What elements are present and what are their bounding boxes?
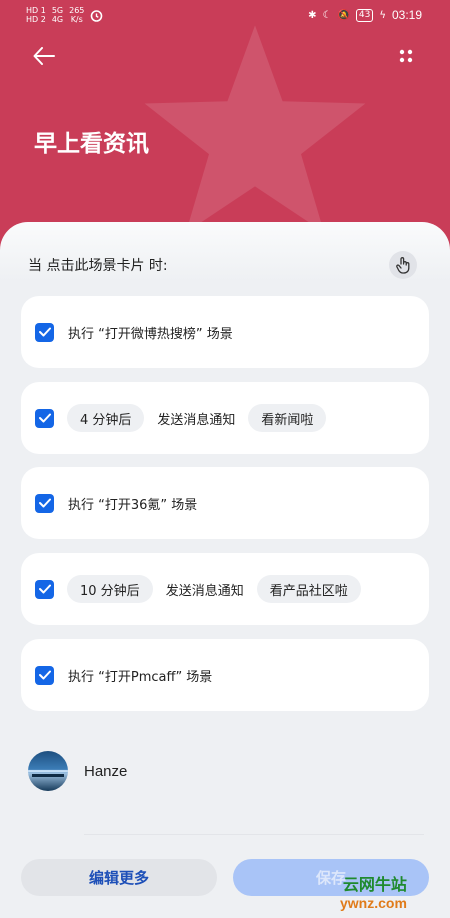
action-verb: 发送消息通知 [157, 412, 236, 428]
arrow-left-icon [33, 47, 55, 65]
edit-more-button[interactable]: 编辑更多 [21, 859, 217, 896]
mute-icon: 🔕 [337, 9, 350, 21]
checkmark-icon [38, 327, 51, 337]
action-checkbox[interactable] [35, 408, 54, 428]
sim-indicator: HD 1 HD 2 [26, 6, 46, 24]
charging-icon: ϟ [379, 9, 386, 21]
back-button[interactable] [28, 40, 60, 72]
page-title: 早上看资讯 [34, 131, 149, 157]
trigger-label: 当 点击此场景卡片 时: [28, 258, 168, 274]
action-text: 执行 “打开微博热搜榜” 场景 [68, 326, 233, 342]
avatar-image [28, 770, 68, 777]
signal-indicator: 5G 4G [52, 6, 63, 24]
checkmark-icon [38, 413, 51, 423]
checkmark-icon [38, 498, 51, 508]
alarm-icon [91, 9, 103, 22]
delay-chip[interactable]: 4 分钟后 [67, 404, 145, 432]
action-card[interactable]: 执行 “打开Pmcaff” 场景 [21, 639, 429, 711]
sim2-label: HD 2 [26, 15, 46, 24]
battery-indicator: 43 [355, 8, 374, 22]
watermark-line2: ywnz.com [340, 895, 407, 911]
action-checkbox[interactable] [35, 322, 54, 342]
action-card[interactable]: 4 分钟后 发送消息通知 看新闻啦 [21, 382, 429, 454]
signal2-label: 4G [51, 15, 64, 24]
sim1-label: HD 1 [26, 6, 46, 15]
checkmark-icon [38, 670, 51, 680]
action-text: 执行 “打开36氪” 场景 [68, 497, 198, 513]
avatar[interactable] [28, 751, 68, 791]
action-card[interactable]: 执行 “打开微博热搜榜” 场景 [21, 296, 429, 368]
action-verb: 发送消息通知 [165, 583, 244, 599]
do-not-disturb-icon: ☾ [322, 9, 332, 21]
watermark-line1: 云网牛站 [342, 875, 407, 894]
action-checkbox[interactable] [35, 665, 54, 685]
action-checkbox[interactable] [35, 493, 54, 513]
bluetooth-icon: ✱ [308, 9, 317, 21]
delay-chip[interactable]: 10 分钟后 [67, 575, 153, 603]
action-card[interactable]: 10 分钟后 发送消息通知 看产品社区啦 [21, 553, 429, 625]
trigger-tap-button[interactable] [389, 251, 417, 279]
four-dots-icon [399, 49, 413, 63]
message-chip[interactable]: 看产品社区啦 [256, 575, 361, 603]
action-card[interactable]: 执行 “打开36氪” 场景 [21, 467, 429, 539]
divider [84, 834, 424, 835]
more-options-button[interactable] [390, 40, 422, 72]
tap-hand-icon [396, 257, 410, 274]
network-speed: 265 K/s [69, 6, 85, 24]
action-checkbox[interactable] [35, 579, 54, 599]
author-name[interactable]: Hanze [84, 763, 127, 780]
clock: 03:19 [391, 8, 422, 22]
signal1-label: 5G [51, 6, 64, 15]
checkmark-icon [38, 584, 51, 594]
action-text: 执行 “打开Pmcaff” 场景 [68, 669, 213, 685]
star-decoration-icon [144, 25, 366, 233]
status-bar: HD 1 HD 2 5G 4G 265 K/s ✱ ☾ 🔕 43 ϟ 03:19 [0, 0, 450, 30]
watermark: 云网牛站 ywnz.com [340, 876, 407, 912]
message-chip[interactable]: 看新闻啦 [248, 404, 327, 432]
